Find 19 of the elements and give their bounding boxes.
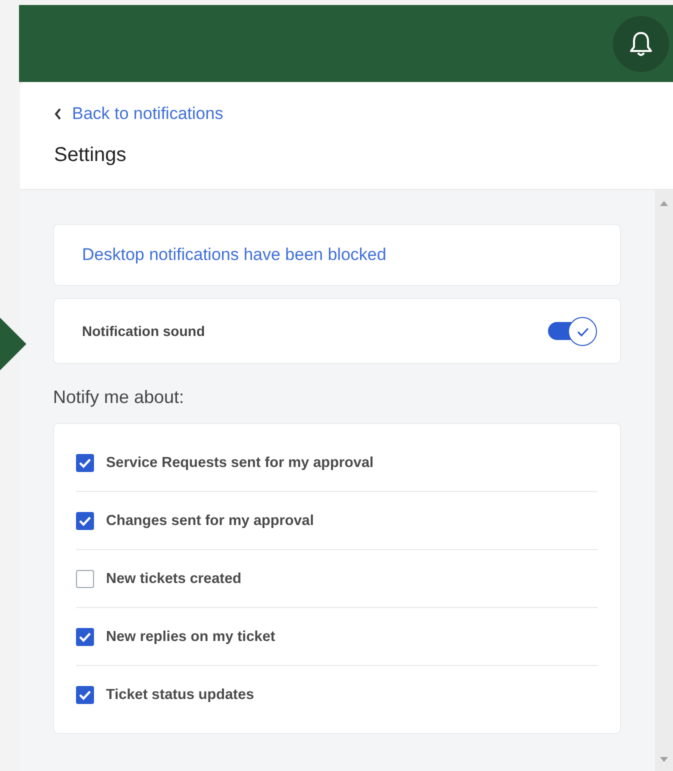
option-label: Ticket status updates bbox=[106, 686, 254, 702]
checkbox[interactable] bbox=[76, 512, 94, 530]
option-label: New replies on my ticket bbox=[106, 628, 276, 644]
checkbox[interactable] bbox=[76, 628, 94, 646]
section-heading: Notify me about: bbox=[53, 387, 186, 408]
checkbox[interactable] bbox=[76, 570, 94, 588]
option-label: Changes sent for my approval bbox=[106, 512, 314, 528]
check-icon bbox=[576, 326, 588, 336]
back-link[interactable]: Back to notifications bbox=[54, 104, 641, 124]
panel-title: Settings bbox=[54, 144, 128, 167]
bell-icon bbox=[628, 30, 654, 58]
sound-toggle[interactable] bbox=[548, 315, 598, 347]
option-label: Service Requests sent for my approval bbox=[106, 454, 374, 470]
checkbox[interactable] bbox=[76, 454, 94, 472]
checkbox[interactable] bbox=[76, 686, 94, 704]
option-label: New tickets created bbox=[106, 570, 242, 586]
sound-label: Notification sound bbox=[82, 323, 205, 339]
blocked-notice: Desktop notifications have been blocked bbox=[82, 245, 386, 264]
chevron-left-icon bbox=[54, 108, 62, 120]
